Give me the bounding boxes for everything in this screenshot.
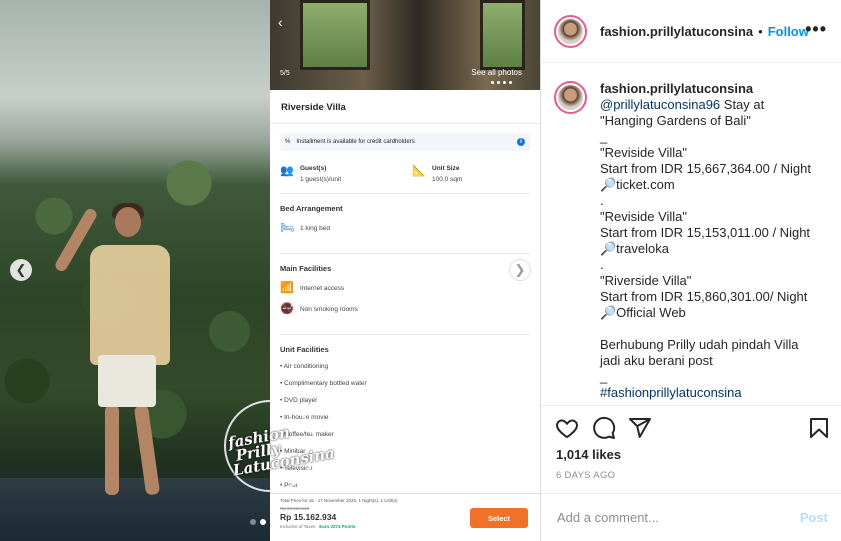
post-media[interactable]: ‹ 5/5 See all photos Riverside Villa % I… <box>0 0 540 541</box>
header-username[interactable]: fashion.prillylatuconsina <box>600 24 753 39</box>
bed-icon: 🛏 <box>280 222 294 234</box>
mention-link[interactable]: @prillylatuconsina96 <box>600 97 720 112</box>
info-icon: i <box>517 138 525 146</box>
person-figure <box>53 195 195 505</box>
post-timestamp[interactable]: 6 DAYS AGO <box>556 470 615 481</box>
carousel-dot-active <box>260 519 266 525</box>
no-smoking-icon: 🚭 <box>280 303 294 315</box>
unit-facilities-title: Unit Facilities <box>280 345 329 354</box>
villa-photo: ‹ 5/5 See all photos <box>270 0 540 90</box>
guest-icon: 👥 <box>280 165 294 177</box>
comment-icon[interactable] <box>592 416 616 440</box>
post-header: fashion.prillylatuconsina • Follow ••• <box>541 0 841 63</box>
carousel-dot <box>250 519 256 525</box>
back-arrow-icon: ‹ <box>278 14 283 30</box>
action-bar <box>541 405 841 447</box>
hashtag-link[interactable]: #fashionprillylatuconsina <box>600 385 820 401</box>
photo-dots <box>491 81 512 84</box>
main-facilities-title: Main Facilities <box>280 264 332 273</box>
comment-bar: Add a comment... Post <box>541 493 841 541</box>
chevron-right-icon[interactable]: ❯ <box>509 259 531 281</box>
caption-username[interactable]: fashion.prillylatuconsina <box>600 81 753 96</box>
bookmark-icon[interactable] <box>807 416 831 440</box>
photo-counter: 5/5 <box>280 70 290 77</box>
see-all-photos-link: See all photos <box>471 68 522 77</box>
follow-button[interactable]: Follow <box>768 24 809 39</box>
installment-notice: % Installment is available for credit ca… <box>280 133 530 151</box>
wifi-icon: 📶 <box>280 282 294 294</box>
heart-icon[interactable] <box>555 416 579 440</box>
bed-arrangement-title: Bed Arrangement <box>280 204 343 213</box>
share-icon[interactable] <box>628 416 652 440</box>
price-footer: Total Price for 16 - 17 November 2020, 1… <box>270 493 540 541</box>
caption-avatar[interactable] <box>554 81 587 114</box>
more-options-icon[interactable]: ••• <box>805 20 827 38</box>
percent-icon: % <box>285 139 291 145</box>
carousel-dot <box>270 519 276 525</box>
post-button[interactable]: Post <box>800 510 828 525</box>
avatar[interactable] <box>554 14 587 48</box>
room-title: Riverside Villa <box>270 90 540 124</box>
likes-count[interactable]: 1,014 likes <box>556 447 621 462</box>
carousel-dots <box>250 519 276 525</box>
post-sidebar: fashion.prillylatuconsina • Follow ••• f… <box>540 0 841 541</box>
caption: fashion.prillylatuconsina @prillylatucon… <box>541 64 841 404</box>
chevron-left-icon[interactable]: ❮ <box>10 259 32 281</box>
select-button: Select <box>470 508 528 528</box>
ruler-icon: 📐 <box>412 165 426 177</box>
comment-input[interactable]: Add a comment... <box>557 510 800 525</box>
